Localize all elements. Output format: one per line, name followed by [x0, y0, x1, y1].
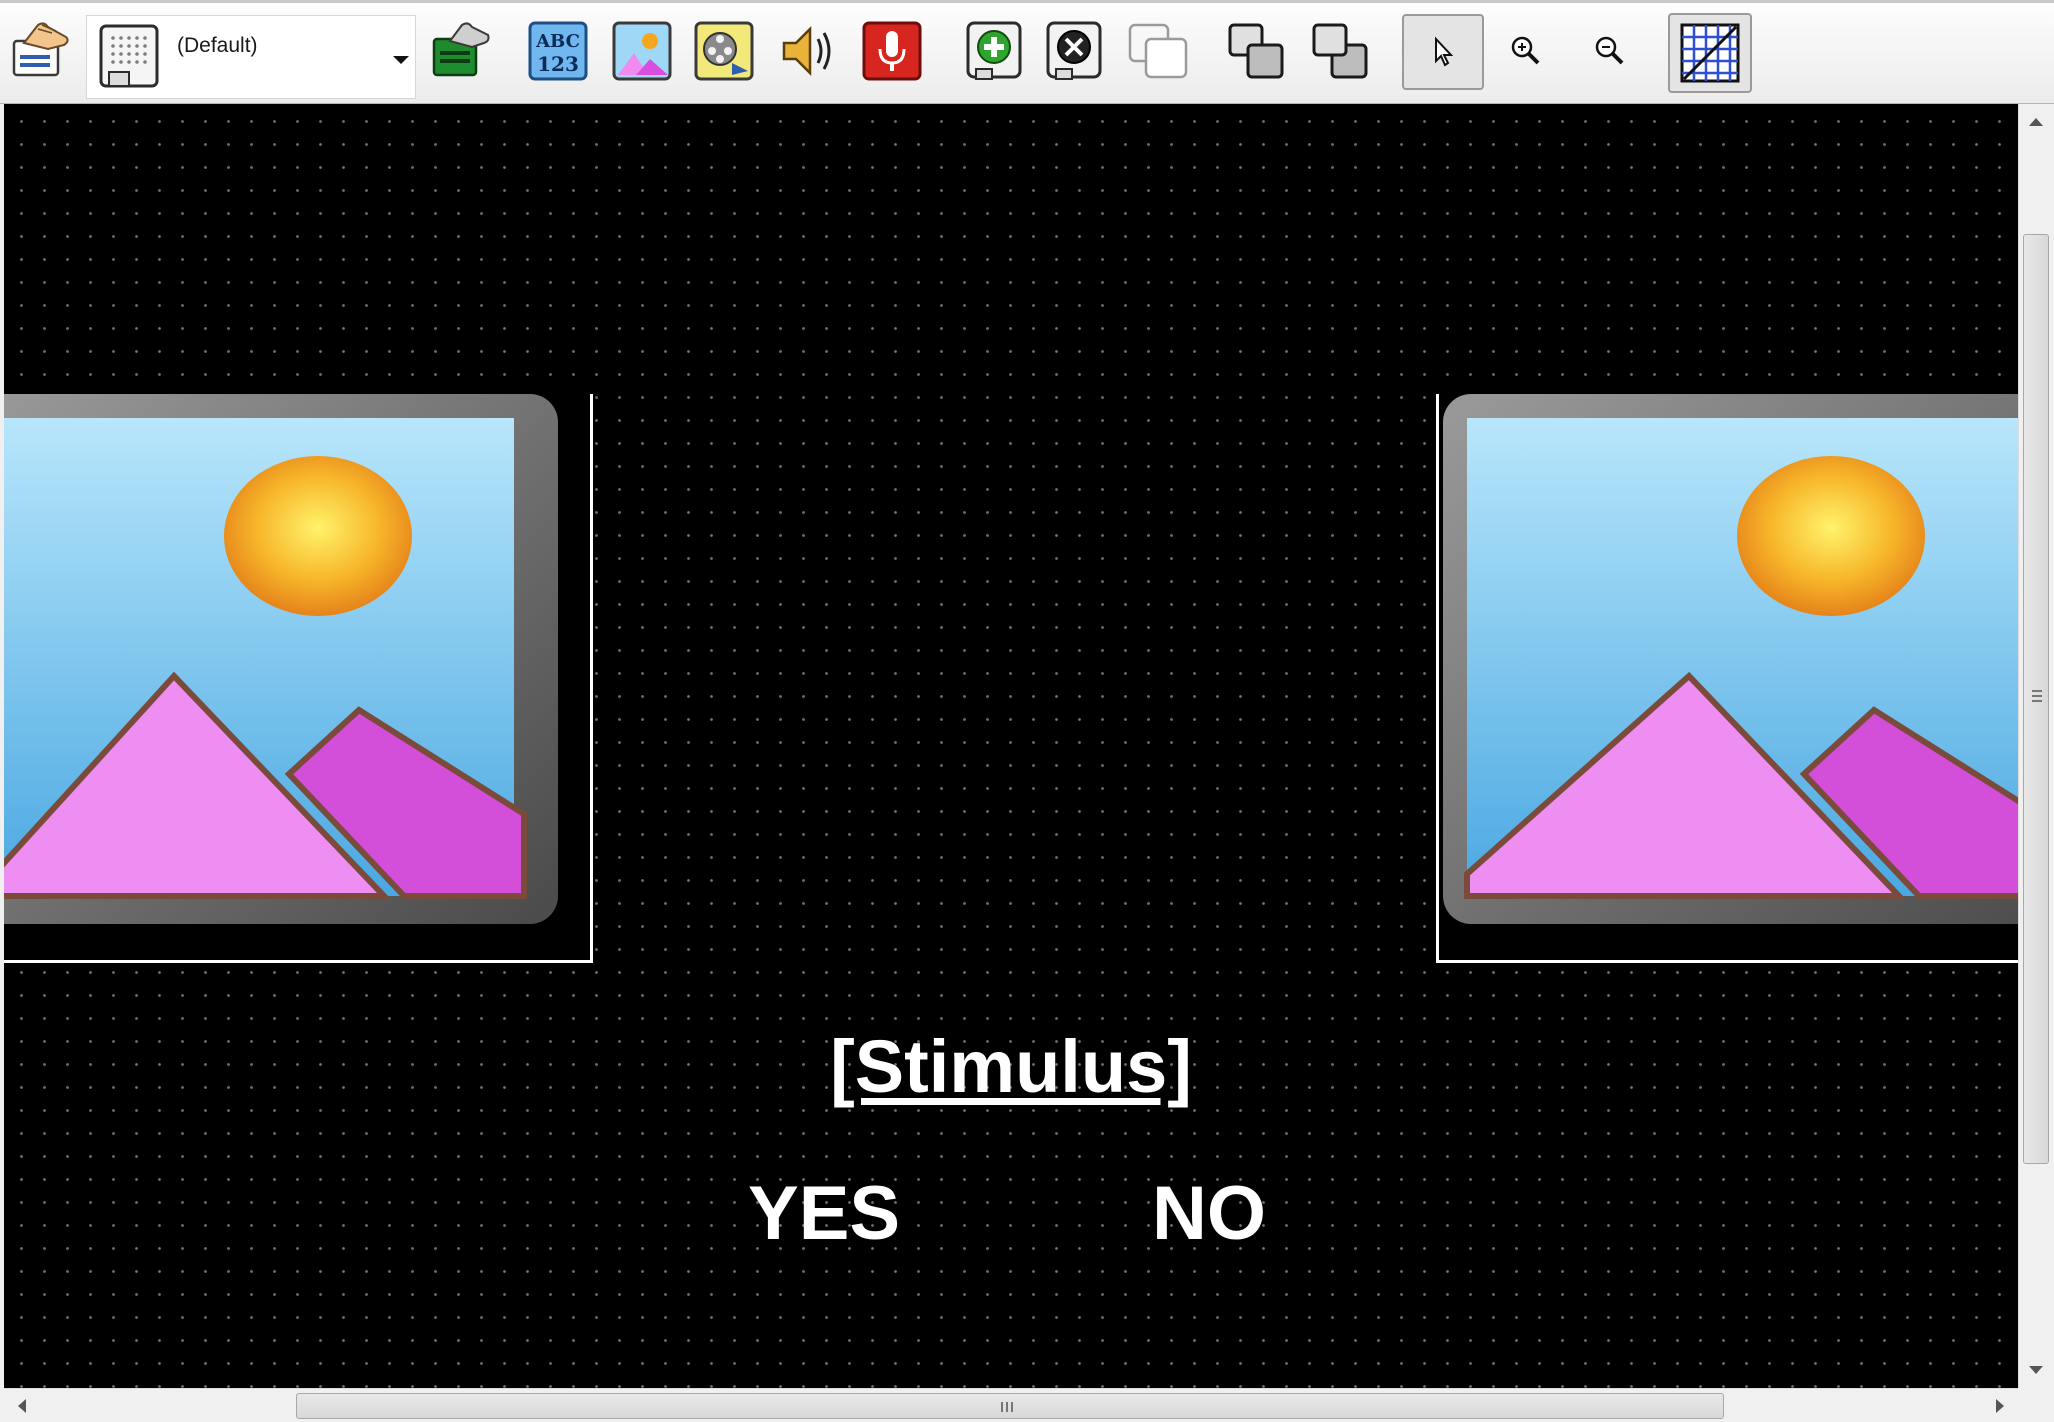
image-object-icon	[612, 21, 672, 81]
add-slide-button[interactable]	[958, 15, 1030, 87]
zoom-in-button[interactable]	[1490, 15, 1562, 87]
stimulus-text[interactable]: [Stimulus]	[4, 1024, 2018, 1109]
sound-in-button[interactable]	[856, 15, 928, 87]
zoom-out-icon	[1595, 36, 1624, 65]
sound-out-icon	[782, 25, 831, 77]
send-backward-icon	[1228, 23, 1284, 79]
image-object-right[interactable]	[1436, 394, 2018, 963]
movie-object-icon	[694, 21, 754, 81]
chevron-down-icon[interactable]	[393, 56, 409, 64]
slide-editor: [Stimulus] YES NO	[0, 104, 2054, 1422]
scroll-up-arrow-icon[interactable]	[2029, 118, 2043, 126]
svg-text:123: 123	[537, 52, 579, 76]
zoom-out-button[interactable]	[1574, 15, 1646, 87]
horizontal-scroll-thumb[interactable]	[296, 1393, 1724, 1419]
vertical-scrollbar[interactable]	[2018, 104, 2054, 1388]
select-pointer-icon	[1435, 36, 1454, 67]
zoom-in-icon	[1511, 36, 1540, 65]
image-object-left[interactable]	[4, 394, 593, 963]
no-response-text[interactable]: NO	[1152, 1170, 1266, 1257]
horizontal-scrollbar[interactable]	[4, 1388, 2018, 1422]
add-slide-icon	[966, 21, 1022, 80]
remove-slide-button[interactable]	[1038, 15, 1110, 87]
slide-properties-icon	[12, 22, 69, 77]
snap-to-grid-button[interactable]	[1668, 13, 1752, 93]
layout-properties-icon	[432, 22, 490, 77]
layout-selector[interactable]: (Default)	[86, 15, 416, 99]
snap-to-grid-icon	[1680, 23, 1740, 83]
text-object-icon: ABC 123	[528, 21, 588, 81]
remove-slide-icon	[1046, 21, 1102, 80]
copy-slide-icon	[1128, 23, 1188, 79]
image-placeholder-icon	[1443, 394, 2018, 924]
layout-selector-value: (Default)	[177, 34, 258, 57]
toolbar: (Default) ABC 123	[0, 0, 2054, 104]
vertical-scroll-thumb[interactable]	[2023, 234, 2049, 1164]
movie-object-button[interactable]	[688, 15, 760, 87]
send-backward-button[interactable]	[1220, 15, 1292, 87]
select-pointer-button[interactable]	[1402, 14, 1484, 90]
grip-icon	[1001, 1402, 1013, 1412]
scroll-down-arrow-icon[interactable]	[2029, 1366, 2043, 1374]
text-object-button[interactable]: ABC 123	[522, 15, 594, 87]
layout-properties-button[interactable]	[424, 15, 496, 87]
sound-in-icon	[862, 21, 922, 81]
yes-response-text[interactable]: YES	[748, 1170, 900, 1257]
slide-properties-button[interactable]	[4, 15, 76, 87]
bring-forward-button[interactable]	[1304, 15, 1376, 87]
copy-slide-button[interactable]	[1122, 15, 1194, 87]
svg-text:ABC: ABC	[535, 31, 580, 52]
grip-icon	[2032, 690, 2042, 702]
sound-out-button[interactable]	[774, 15, 846, 87]
bring-forward-icon	[1312, 23, 1368, 79]
scroll-right-arrow-icon[interactable]	[1996, 1399, 2004, 1413]
image-object-button[interactable]	[606, 15, 678, 87]
scrollbar-corner	[2018, 1388, 2054, 1422]
image-placeholder-icon	[4, 394, 558, 924]
slide-canvas[interactable]: [Stimulus] YES NO	[4, 104, 2018, 1388]
slide-layout-icon	[99, 24, 159, 88]
scroll-left-arrow-icon[interactable]	[18, 1399, 26, 1413]
